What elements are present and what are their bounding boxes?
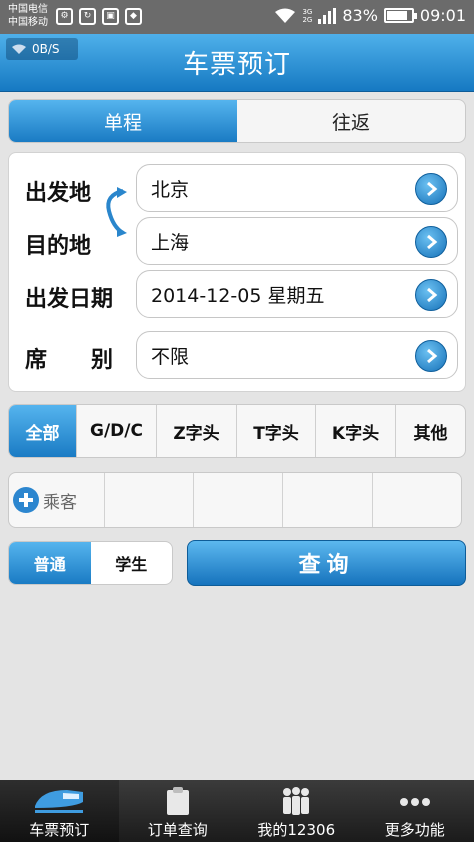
status-right: 3G 2G 83% 09:01 (274, 6, 466, 25)
from-station-value: 北京 (151, 178, 190, 201)
chevron-right-icon[interactable] (415, 340, 447, 372)
passenger-slot[interactable] (194, 473, 284, 527)
train-type-tabs: 全部 G/D/C Z字头 T字头 K字头 其他 (8, 404, 466, 458)
ticket-type-toggle: 普通 学生 (8, 541, 173, 585)
seat-class-field[interactable]: 不限 (136, 331, 458, 379)
train-type-z[interactable]: Z字头 (157, 405, 237, 457)
train-type-k[interactable]: K字头 (316, 405, 396, 457)
signal-icon (318, 7, 337, 24)
nav-more-functions[interactable]: 更多功能 (356, 780, 474, 842)
seat-class-value: 不限 (151, 345, 190, 368)
people-icon (283, 787, 310, 815)
from-label: 出发地 (25, 181, 92, 206)
departure-date-field[interactable]: 2014-12-05 星期五 (136, 270, 458, 318)
departure-date-value: 2014-12-05 星期五 (151, 284, 325, 307)
chevron-right-icon[interactable] (415, 226, 447, 258)
carrier-1: 中国电信 (8, 4, 48, 15)
nav-my-12306[interactable]: 我的12306 (237, 780, 356, 842)
add-passenger-button[interactable]: 乘客 (9, 473, 105, 527)
nav-ticket-booking[interactable]: 车票预订 (0, 780, 119, 842)
ticket-type-normal[interactable]: 普通 (9, 542, 91, 584)
train-type-other[interactable]: 其他 (396, 405, 465, 457)
plus-icon (13, 487, 39, 513)
clipboard-icon (166, 787, 189, 815)
chevron-right-icon[interactable] (415, 279, 447, 311)
booking-form: 出发地 目的地 出发日期 席 别 北京 上海 2014-12-05 星期五 不限 (8, 152, 466, 392)
carrier-info: 中国电信 中国移动 (8, 3, 48, 29)
more-dots-icon (399, 798, 430, 806)
trip-option-round-trip[interactable]: 往返 (237, 100, 465, 142)
app-header: 0B/S 车票预订 (0, 34, 474, 92)
to-station-field[interactable]: 上海 (136, 217, 458, 265)
battery-percent: 83% (342, 6, 378, 25)
train-type-t[interactable]: T字头 (237, 405, 316, 457)
to-station-value: 上海 (151, 231, 190, 254)
trip-option-one-way[interactable]: 单程 (9, 100, 237, 142)
date-label: 出发日期 (25, 287, 114, 312)
nav-label: 车票预订 (29, 821, 90, 839)
net-tag-1: 3G (302, 7, 313, 16)
notification-icons: ⚙ ↻ ▣ ◆ (56, 8, 142, 25)
train-type-all[interactable]: 全部 (9, 405, 77, 457)
bottom-nav: 车票预订 订单查询 我的12306 更多功能 (0, 780, 474, 842)
battery-fill (386, 11, 407, 20)
query-button[interactable]: 查询 (187, 540, 466, 586)
seat-label: 席 别 (25, 348, 114, 373)
passenger-slot[interactable] (105, 473, 195, 527)
train-icon (35, 790, 84, 813)
network-tags: 3G 2G (302, 8, 312, 24)
ticket-type-student[interactable]: 学生 (91, 542, 173, 584)
passenger-slot[interactable] (283, 473, 373, 527)
chevron-right-icon[interactable] (415, 173, 447, 205)
passenger-row: 乘客 (8, 472, 462, 528)
train-type-gdc[interactable]: G/D/C (77, 405, 157, 457)
battery-cap (413, 13, 417, 19)
app-notification-icon: ⚙ (56, 8, 73, 25)
nav-label: 更多功能 (384, 821, 445, 839)
page-title: 车票预订 (182, 50, 291, 80)
nav-label: 订单查询 (147, 821, 208, 839)
wifi-icon (274, 8, 296, 24)
status-bar: 中国电信 中国移动 ⚙ ↻ ▣ ◆ 3G 2G 83% 09:01 (0, 0, 474, 34)
trip-type-toggle: 单程 往返 (8, 99, 466, 143)
nav-order-query[interactable]: 订单查询 (119, 780, 238, 842)
battery-icon (383, 8, 417, 23)
image-notification-icon: ▣ (102, 8, 119, 25)
add-passenger-label: 乘客 (43, 492, 77, 513)
net-tag-2: 2G (302, 15, 313, 24)
shield-icon: ◆ (125, 8, 142, 25)
sync-notification-icon: ↻ (79, 8, 96, 25)
clock: 09:01 (419, 6, 466, 25)
passenger-slot[interactable] (373, 473, 461, 527)
carrier-2: 中国移动 (8, 17, 48, 28)
swap-stations-icon[interactable] (99, 187, 129, 237)
nav-label: 我的12306 (257, 821, 336, 839)
from-station-field[interactable]: 北京 (136, 164, 458, 212)
to-label: 目的地 (25, 234, 92, 259)
